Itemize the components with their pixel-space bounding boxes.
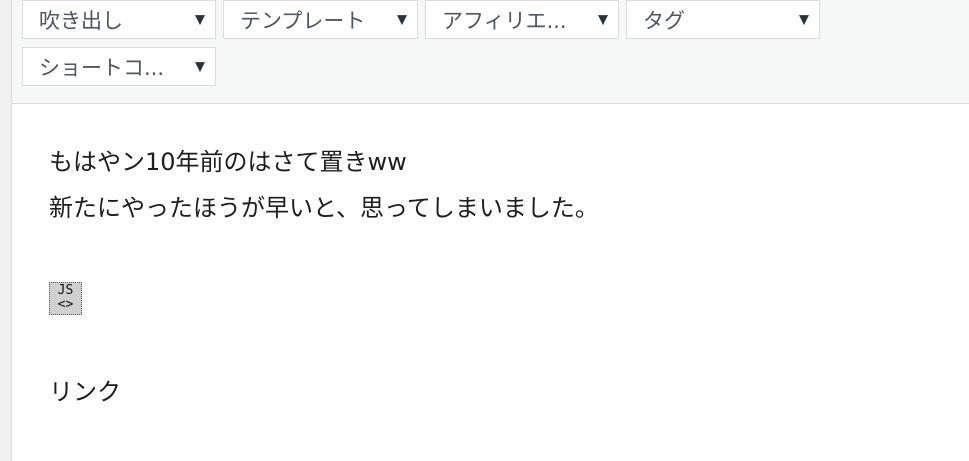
balloon-dropdown[interactable]: 吹き出し ▼ — [22, 0, 216, 39]
dropdown-label: テンプレート — [240, 8, 366, 33]
code-icon: <> — [57, 297, 74, 312]
template-dropdown[interactable]: テンプレート ▼ — [223, 0, 418, 39]
js-script-placeholder[interactable]: JS <> — [49, 282, 82, 315]
chevron-down-icon: ▼ — [598, 12, 608, 27]
affiliate-dropdown[interactable]: アフィリエ... ▼ — [425, 0, 619, 39]
chevron-down-icon: ▼ — [195, 12, 205, 27]
dropdown-label: アフィリエ... — [442, 8, 567, 33]
chevron-down-icon: ▼ — [799, 12, 809, 27]
dropdown-label: ショートコ... — [39, 55, 165, 80]
left-border — [0, 0, 12, 461]
editor-content-area[interactable]: もはやン10年前のはさて置きww 新たにやったほうが早いと、思ってしまいました。… — [12, 104, 969, 461]
paragraph-line-1: もはやン10年前のはさて置きww — [49, 148, 407, 176]
paragraph-line-2: 新たにやったほうが早いと、思ってしまいました。 — [49, 194, 599, 222]
link-text[interactable]: リンク — [49, 372, 121, 407]
chevron-down-icon: ▼ — [397, 12, 407, 27]
editor-toolbar: 吹き出し ▼ テンプレート ▼ アフィリエ... ▼ タグ ▼ ショートコ...… — [12, 0, 969, 104]
dropdown-label: 吹き出し — [39, 8, 123, 33]
chevron-down-icon: ▼ — [195, 59, 205, 74]
shortcode-dropdown[interactable]: ショートコ... ▼ — [22, 47, 216, 86]
editor-window: 吹き出し ▼ テンプレート ▼ アフィリエ... ▼ タグ ▼ ショートコ...… — [0, 0, 969, 461]
tag-dropdown[interactable]: タグ ▼ — [626, 0, 820, 39]
dropdown-label: タグ — [643, 8, 685, 33]
js-label: JS — [57, 283, 74, 298]
